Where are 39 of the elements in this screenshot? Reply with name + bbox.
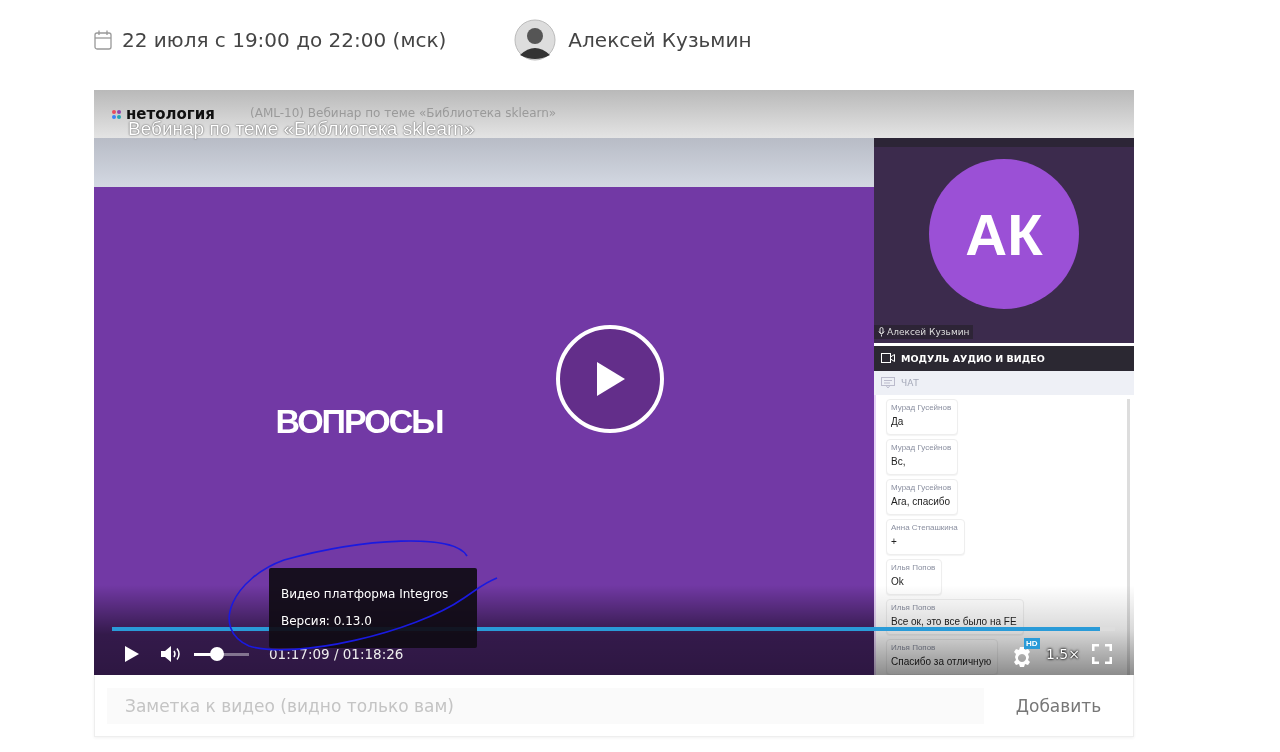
play-button[interactable] [124,645,140,663]
settings-button[interactable]: HD [1010,638,1040,670]
chat-tab[interactable]: ЧАТ [874,370,1134,395]
message-text: + [891,535,898,549]
camera-icon [881,353,895,364]
volume-slider[interactable] [194,647,249,661]
avatar-icon [514,19,557,61]
message-author: Мурад Гусейнов [891,442,952,454]
fullscreen-icon[interactable] [1092,644,1112,664]
chat-icon [881,376,895,389]
calendar-icon [94,30,112,50]
message-author: Илья Попов [891,602,937,614]
hd-badge: HD [1024,638,1040,649]
host-name: Алексей Кузьмин [568,28,752,52]
play-icon [124,645,140,663]
module-tab[interactable]: МОДУЛЬ АУДИО И ВИДЕО [874,346,1134,371]
tooltip-text: Версия: 0.13.0 [281,614,373,628]
tooltip-text: Видео платформа Integros [281,587,450,601]
message-text: Ага, спасибо [891,495,952,509]
message-author: Мурад Гусейнов [891,482,952,494]
add-button[interactable]: Добавить [996,685,1121,726]
microphone-icon [878,327,885,338]
volume-icon[interactable] [160,645,182,663]
message-text: Да [891,415,905,429]
brand-name: нетология [126,105,215,123]
message-text: Спасибо за отличную [891,655,992,669]
message-text: Вс, [891,455,907,469]
speed-label[interactable]: 1.5× [1046,646,1080,662]
message-author: Мурад Гусейнов [891,402,952,414]
message-text: Все ок, это все было на FE [891,615,1017,629]
message-author: Анна Степашкина [891,522,958,534]
speaker-label: Алексей Кузьмин [874,325,974,340]
message-author: Илья Попов [891,562,936,574]
avatar-initials: АК [929,159,1079,309]
event-date: 22 июля с 19:00 до 22:00 (мск) [122,28,447,52]
slide-title: ВОПРОСЫ [275,401,443,441]
message-text: Ok [891,575,905,589]
message-author: Илья Попов [891,642,937,654]
logo-icon [112,109,121,119]
